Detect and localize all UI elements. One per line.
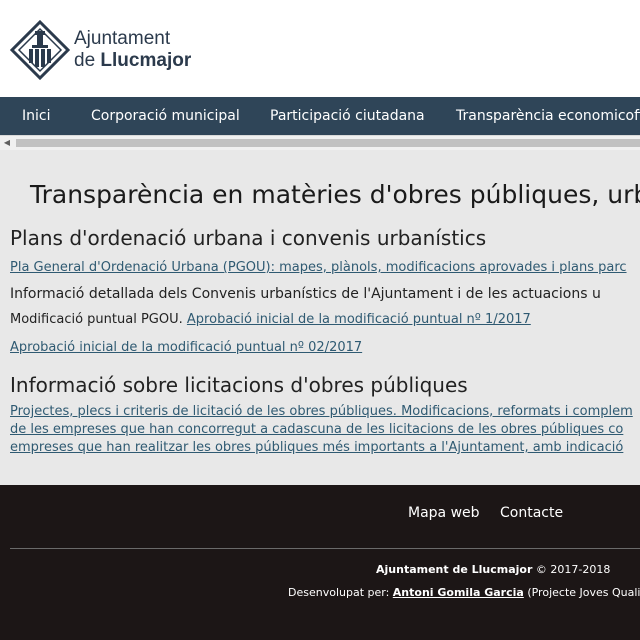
page-title: Transparència en matèries d'obres públiq… (30, 180, 640, 209)
site-logo[interactable]: Ajuntament de Llucmajor (10, 20, 191, 80)
logo-line-1: Ajuntament (74, 28, 171, 49)
footer-link-mapa-web[interactable]: Mapa web (408, 505, 480, 521)
footer-copyright: Ajuntament de Llucmajor © 2017-2018 (376, 563, 611, 576)
modificacio-puntual-row: Modificació puntual PGOU. Aprobació inic… (10, 312, 531, 327)
pgou-link[interactable]: Pla General d'Ordenació Urbana (PGOU): m… (10, 260, 627, 275)
nav-item-participacio-ciutadana[interactable]: Participació ciutadana (270, 97, 425, 135)
modificacio-1-2017-link[interactable]: Aprobació inicial de la modificació punt… (187, 312, 531, 327)
nav-item-inici[interactable]: Inici (22, 97, 50, 135)
site-footer: Mapa web Contacte Ajuntament de Llucmajo… (0, 485, 640, 640)
nav-item-transparencia-economicofinancera[interactable]: Transparència economicofin (456, 97, 640, 135)
licitacions-link-line-3[interactable]: empreses que han realitzar les obres púb… (10, 440, 623, 455)
modificacio-label: Modificació puntual PGOU. (10, 312, 183, 327)
licitacions-link-line-2[interactable]: de les empreses que han concorregut a ca… (10, 422, 623, 437)
horizontal-scrollbar[interactable]: ◀ (0, 135, 640, 150)
convenis-text: Informació detallada dels Convenis urban… (10, 286, 601, 302)
footer-developer-credit: Desenvolupat per: Antoni Gomila Garcia (… (288, 586, 640, 599)
logo-line-2: de Llucmajor (74, 50, 192, 71)
footer-link-contacte[interactable]: Contacte (500, 505, 563, 521)
main-content: Transparència en matèries d'obres públiq… (0, 150, 640, 485)
modificacio-02-2017-link[interactable]: Aprobació inicial de la modificació punt… (10, 340, 362, 355)
main-navigation: Inici Corporació municipal Participació … (0, 97, 640, 135)
developer-link[interactable]: Antoni Gomila Garcia (393, 586, 524, 599)
scroll-left-arrow-icon[interactable]: ◀ (2, 138, 12, 148)
licitacions-link-line-1[interactable]: Projectes, plecs i criteris de licitació… (10, 404, 633, 419)
section-title-licitacions: Informació sobre licitacions d'obres púb… (10, 373, 468, 397)
nav-item-corporacio-municipal[interactable]: Corporació municipal (91, 97, 240, 135)
footer-divider (10, 548, 640, 549)
scrollbar-thumb[interactable] (16, 139, 640, 147)
logo-text: Ajuntament de Llucmajor (74, 28, 191, 72)
coat-of-arms-icon (10, 20, 70, 80)
site-header: Ajuntament de Llucmajor (0, 0, 640, 97)
section-title-plans-ordenacio: Plans d'ordenació urbana i convenis urba… (10, 226, 487, 250)
